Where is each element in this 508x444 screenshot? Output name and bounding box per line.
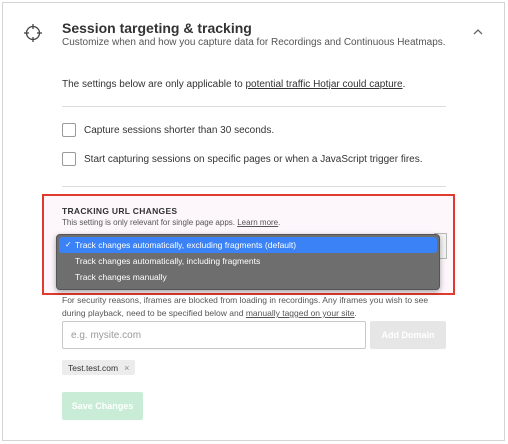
add-domain-button[interactable]: Add Domain xyxy=(370,321,446,349)
divider xyxy=(62,186,446,187)
tracking-dropdown-menu: ✓ Track changes automatically, excluding … xyxy=(56,234,440,290)
page-trigger-checkbox[interactable] xyxy=(62,152,76,166)
page-trigger-label: Start capturing sessions on specific pag… xyxy=(84,153,423,165)
short-sessions-option[interactable]: Capture sessions shorter than 30 seconds… xyxy=(62,123,274,137)
checkmark-icon: ✓ xyxy=(65,240,72,249)
domain-chip: Test.test.com × xyxy=(62,360,136,375)
potential-traffic-link[interactable]: potential traffic Hotjar could capture xyxy=(245,79,402,90)
applicability-note: The settings below are only applicable t… xyxy=(62,79,406,90)
dropdown-option[interactable]: Track changes manually xyxy=(57,269,439,285)
chevron-up-icon[interactable] xyxy=(472,26,484,38)
page-trigger-option[interactable]: Start capturing sessions on specific pag… xyxy=(62,152,423,166)
tracking-hint: This setting is only relevant for single… xyxy=(62,218,281,227)
save-changes-button[interactable]: Save Changes xyxy=(62,392,143,420)
iframe-security-note: For security reasons, iframes are blocke… xyxy=(62,295,429,318)
remove-chip-icon[interactable]: × xyxy=(124,363,129,373)
divider xyxy=(62,106,446,107)
domain-chip-label: Test.test.com xyxy=(68,362,119,373)
short-sessions-checkbox[interactable] xyxy=(62,123,76,137)
manually-tagged-link[interactable]: manually tagged on your site xyxy=(246,308,355,318)
crosshair-icon xyxy=(24,24,42,42)
section-subtitle: Customize when and how you capture data … xyxy=(62,37,446,48)
short-sessions-label: Capture sessions shorter than 30 seconds… xyxy=(84,124,275,136)
dropdown-option[interactable]: ✓ Track changes automatically, excluding … xyxy=(59,237,437,253)
tracking-url-changes-label: TRACKING URL CHANGES xyxy=(62,206,178,216)
domain-input[interactable] xyxy=(62,321,366,349)
learn-more-link[interactable]: Learn more xyxy=(237,218,278,227)
section-title: Session targeting & tracking xyxy=(62,20,252,36)
dropdown-option[interactable]: Track changes automatically, including f… xyxy=(57,253,439,269)
